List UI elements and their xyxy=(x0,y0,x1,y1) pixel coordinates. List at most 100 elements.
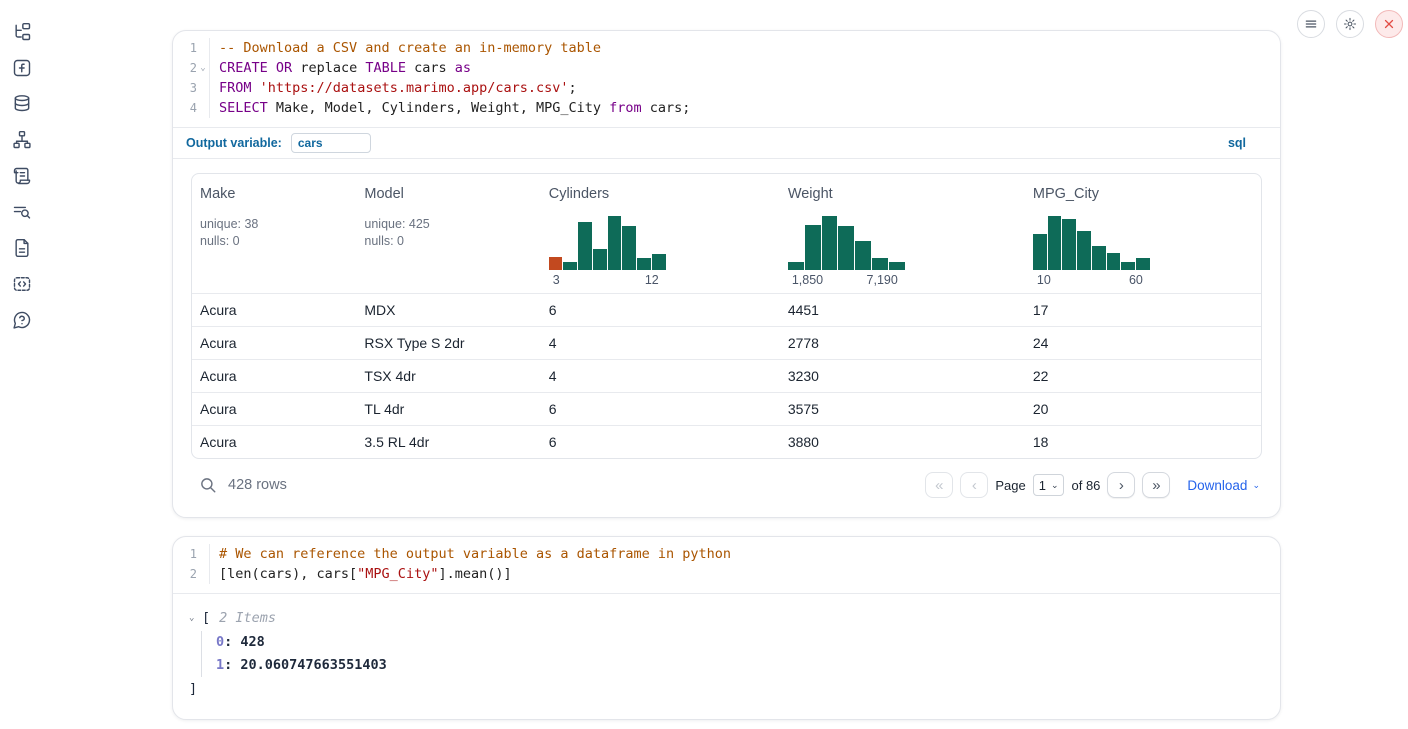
token-comment: # We can reference the output variable a… xyxy=(219,546,731,562)
axis-max-label: 7,190 xyxy=(867,273,898,287)
column-header-mpg_city[interactable]: MPG_City 10 60 xyxy=(1025,174,1261,293)
next-page-button[interactable]: › xyxy=(1107,472,1135,498)
search-icon[interactable] xyxy=(199,476,217,494)
stat-line: unique: 425 xyxy=(364,216,532,233)
column-header-model[interactable]: Model unique: 425nulls: 0 xyxy=(356,174,540,293)
column-header-cylinders[interactable]: Cylinders 312 xyxy=(541,174,780,293)
histogram-axis-labels: 1,850 7,190 xyxy=(788,273,906,287)
table-cell: 2778 xyxy=(780,335,1025,351)
histogram-bar xyxy=(1092,246,1106,270)
list-search-icon[interactable] xyxy=(12,202,32,222)
column-name: Cylinders xyxy=(549,186,772,202)
settings-button[interactable] xyxy=(1336,10,1364,38)
menu-button[interactable] xyxy=(1297,10,1325,38)
token-kw: as xyxy=(455,60,471,76)
pagination: « ‹ Page 1 ⌄ of 86 › » Download ⌄ xyxy=(925,472,1260,498)
dependency-graph-icon[interactable] xyxy=(12,130,32,150)
table-cell: 6 xyxy=(541,401,780,417)
document-icon[interactable] xyxy=(12,238,32,258)
column-name: MPG_City xyxy=(1033,186,1253,202)
table-cell: Acura xyxy=(192,302,356,318)
axis-max-label: 60 xyxy=(1129,273,1143,287)
table-cell: 17 xyxy=(1025,302,1261,318)
token-plain: [len(cars), cars[ xyxy=(219,566,357,582)
code-text: SELECT Make, Model, Cylinders, Weight, M… xyxy=(209,98,1280,118)
first-page-button[interactable]: « xyxy=(925,472,953,498)
help-icon[interactable] xyxy=(12,310,32,330)
table-cell: 20 xyxy=(1025,401,1261,417)
table-cell: MDX xyxy=(356,302,540,318)
entry-key: 0 xyxy=(216,634,224,650)
database-icon[interactable] xyxy=(12,94,32,114)
entry-key: 1 xyxy=(216,657,224,673)
collapse-toggle-icon[interactable]: ⌄ xyxy=(189,613,202,623)
python-code-editor[interactable]: 1# We can reference the output variable … xyxy=(173,537,1280,593)
table-cell: 3230 xyxy=(780,368,1025,384)
histogram-bar xyxy=(1033,234,1047,270)
chevrons-left-icon: « xyxy=(935,478,943,493)
fold-chevron-icon[interactable]: ⌄ xyxy=(197,58,209,78)
page-select-value: 1 xyxy=(1039,478,1046,493)
histogram-bar xyxy=(1077,231,1091,270)
table-row: AcuraRSX Type S 2dr4277824 xyxy=(192,326,1261,359)
table-header-row: Makeunique: 38nulls: 0Modelunique: 425nu… xyxy=(192,174,1261,293)
scroll-icon[interactable] xyxy=(12,166,32,186)
code-line: 1-- Download a CSV and create an in-memo… xyxy=(173,38,1280,58)
table-cell: 4 xyxy=(541,368,780,384)
table-cell: 3880 xyxy=(780,434,1025,450)
table-cell: 22 xyxy=(1025,368,1261,384)
code-line: 2[len(cars), cars["MPG_City"].mean()] xyxy=(173,564,1280,584)
table-cell: 3.5 RL 4dr xyxy=(356,434,540,450)
fold-spacer xyxy=(197,98,209,118)
table-cell: Acura xyxy=(192,401,356,417)
page-select[interactable]: 1 ⌄ xyxy=(1033,474,1065,496)
line-number: 2 xyxy=(173,564,197,584)
histogram-bar xyxy=(1121,262,1135,270)
histogram-axis-labels: 10 60 xyxy=(1033,273,1151,287)
axis-min-label: 1,850 xyxy=(792,273,823,287)
file-tree-icon[interactable] xyxy=(12,22,32,42)
chevron-down-icon: ⌄ xyxy=(1051,480,1059,491)
histogram-bar xyxy=(1048,216,1062,270)
chevron-down-icon: ⌄ xyxy=(1252,480,1260,491)
histogram-cylinders: 312 xyxy=(549,216,667,287)
function-square-icon[interactable] xyxy=(12,58,32,78)
table-row: Acura3.5 RL 4dr6388018 xyxy=(192,425,1261,458)
chevron-right-icon: › xyxy=(1119,478,1124,493)
column-name: Model xyxy=(364,186,532,202)
last-page-button[interactable]: » xyxy=(1142,472,1170,498)
hamburger-icon xyxy=(1304,17,1318,31)
table-cell: 18 xyxy=(1025,434,1261,450)
page-label: Page xyxy=(995,478,1025,493)
code-line: 1# We can reference the output variable … xyxy=(173,544,1280,564)
column-header-make[interactable]: Make unique: 38nulls: 0 xyxy=(192,174,356,293)
column-stats: unique: 38nulls: 0 xyxy=(200,216,348,250)
histogram-bar xyxy=(622,226,636,270)
histogram-bar xyxy=(578,222,592,270)
histogram-bars xyxy=(549,216,667,270)
token-plain: ; xyxy=(569,80,577,96)
stat-line: nulls: 0 xyxy=(200,233,348,250)
output-variable-label: Output variable: xyxy=(186,136,282,150)
table-cell: 6 xyxy=(541,302,780,318)
download-button[interactable]: Download ⌄ xyxy=(1187,478,1260,493)
code-line: 2⌄CREATE OR replace TABLE cars as xyxy=(173,58,1280,78)
column-name: Make xyxy=(200,186,348,202)
code-snippet-icon[interactable] xyxy=(12,274,32,294)
histogram-bars xyxy=(788,216,906,270)
table-cell: TSX 4dr xyxy=(356,368,540,384)
column-stats: unique: 425nulls: 0 xyxy=(364,216,532,250)
histogram-axis-labels: 312 xyxy=(549,273,667,287)
sql-code-editor[interactable]: 1-- Download a CSV and create an in-memo… xyxy=(173,31,1280,127)
fold-spacer xyxy=(197,564,209,584)
axis-min-label: 10 xyxy=(1037,273,1051,287)
output-variable-input[interactable] xyxy=(291,133,371,153)
token-plain: cars; xyxy=(642,100,691,116)
prev-page-button[interactable]: ‹ xyxy=(960,472,988,498)
shutdown-button[interactable] xyxy=(1375,10,1403,38)
column-header-weight[interactable]: Weight1,8507,190 xyxy=(780,174,1025,293)
histogram-bar xyxy=(637,258,651,270)
entry-value: 20.060747663551403 xyxy=(240,657,386,673)
token-plain xyxy=(268,60,276,76)
histogram-bar xyxy=(1136,258,1150,270)
